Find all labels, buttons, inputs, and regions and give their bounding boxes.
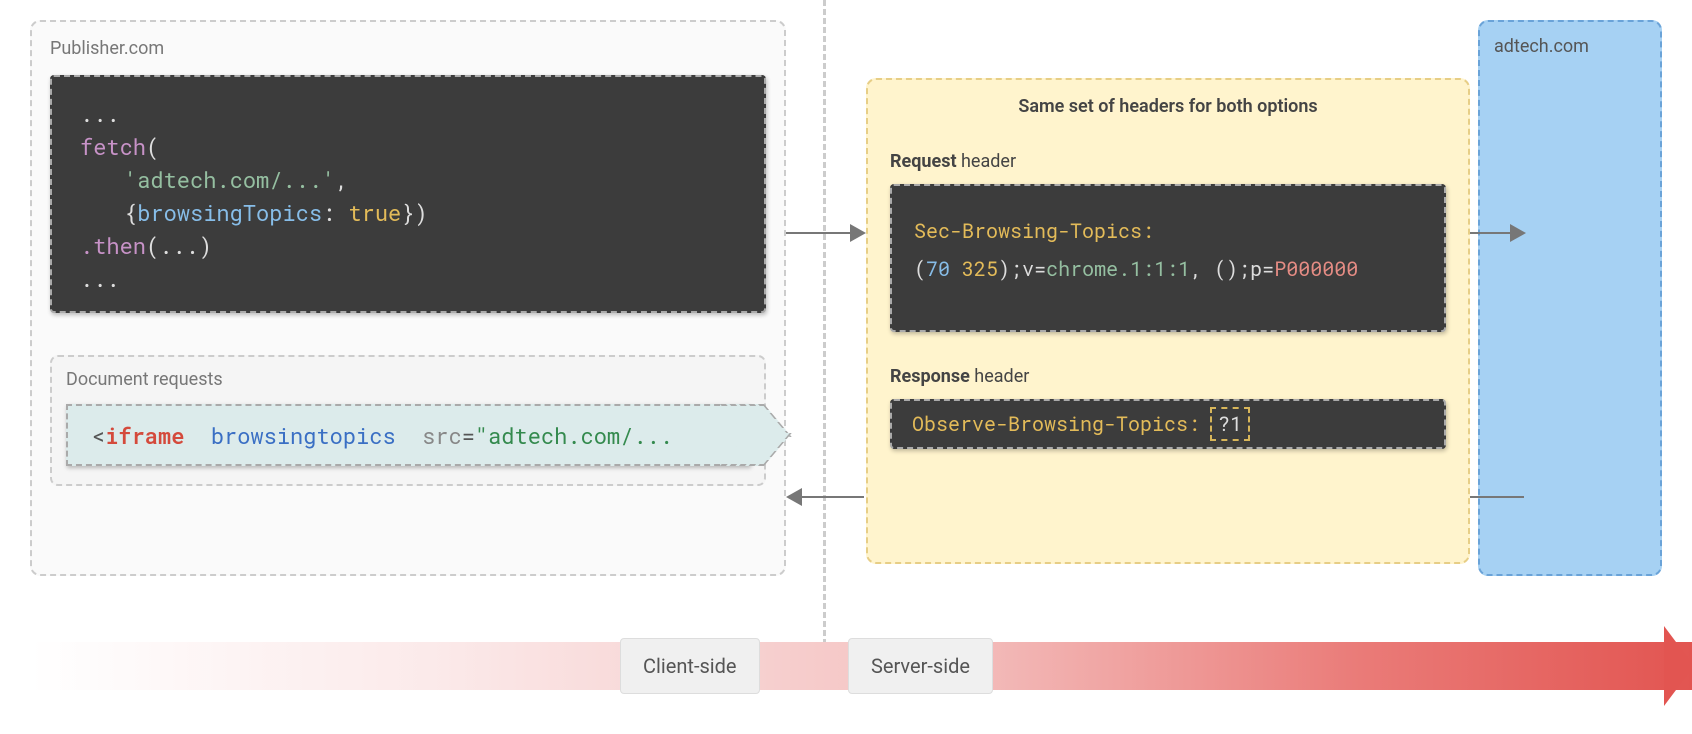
tag-content: <iframe browsingtopics src="adtech.com/.… (92, 421, 673, 450)
response-header-text: header (970, 366, 1030, 387)
req-semi-p: ;p= (1238, 256, 1274, 282)
publisher-panel: Publisher.com ... fetch( 'adtech.com/...… (30, 20, 786, 576)
doc-requests-label: Document requests (66, 369, 750, 390)
doc-requests-panel: Document requests <iframe browsingtopics… (50, 355, 766, 486)
req-chrome: chrome.1:1:1 (1046, 256, 1190, 282)
code-val: true (348, 198, 401, 227)
req-comma: , (1190, 256, 1214, 282)
tag-name: iframe (105, 421, 184, 450)
req-n1: 70 (926, 256, 950, 282)
code-fetch: fetch (80, 132, 146, 161)
req-n2: 325 (962, 256, 998, 282)
req-pval: P000000 (1274, 256, 1358, 282)
tag-open: < (92, 421, 105, 450)
tag-src: src (422, 421, 462, 450)
tag-arrow-shape (720, 404, 780, 466)
code-thenargs: (...) (146, 231, 212, 260)
arrow-headers-to-adtech (1470, 232, 1524, 234)
code-cbrace: } (401, 198, 414, 227)
headers-title: Same set of headers for both options (890, 96, 1446, 117)
code-dots2: ... (80, 264, 120, 293)
code-obrace: { (124, 198, 137, 227)
request-header-label: Request header (890, 151, 1446, 172)
code-url: 'adtech.com/...' (124, 165, 335, 194)
request-header-block: Sec-Browsing-Topics: (70 325);v=chrome.1… (890, 184, 1446, 332)
publisher-label: Publisher.com (50, 38, 766, 59)
request-header-text: header (957, 151, 1017, 172)
code-open: ( (146, 132, 159, 161)
server-side-label: Server-side (848, 638, 993, 694)
resp-header-val: ?1 (1210, 407, 1250, 441)
tag-attr: browsingtopics (211, 421, 396, 450)
request-header-bold: Request (890, 151, 957, 172)
fetch-code-block: ... fetch( 'adtech.com/...', {browsingTo… (50, 75, 766, 313)
adtech-label: adtech.com (1494, 36, 1646, 57)
response-header-bold: Response (890, 366, 970, 387)
req-close1: ) (998, 256, 1010, 282)
code-close: ) (414, 198, 427, 227)
code-prop: browsingTopics (137, 198, 322, 227)
iframe-tag-block: <iframe browsingtopics src="adtech.com/.… (66, 404, 750, 466)
resp-header-name: Observe-Browsing-Topics: (912, 409, 1200, 439)
tag-val: "adtech.com/... (475, 421, 673, 450)
code-comma: , (335, 165, 348, 194)
client-side-label: Client-side (620, 638, 760, 694)
req-open1: ( (914, 256, 926, 282)
code-dots: ... (80, 99, 120, 128)
response-header-block: Observe-Browsing-Topics: ?1 (890, 399, 1446, 449)
req-semi-v: ;v= (1010, 256, 1046, 282)
code-colon: : (322, 198, 348, 227)
gradient-arrowhead (1664, 626, 1692, 706)
response-header-label: Response header (890, 366, 1446, 387)
arrow-publisher-to-headers (786, 232, 864, 234)
req-header-name: Sec-Browsing-Topics: (914, 218, 1154, 244)
client-server-divider (823, 0, 826, 690)
req-open2: ( (1214, 256, 1226, 282)
headers-panel: Same set of headers for both options Req… (866, 78, 1470, 564)
adtech-panel: adtech.com (1478, 20, 1662, 576)
req-close2: ) (1226, 256, 1238, 282)
arrow-adtech-to-headers-line (1470, 496, 1524, 498)
tag-eq: = (462, 421, 475, 450)
req-sp (950, 256, 962, 282)
arrow-headers-to-publisher (788, 496, 864, 498)
code-then: .then (80, 231, 146, 260)
